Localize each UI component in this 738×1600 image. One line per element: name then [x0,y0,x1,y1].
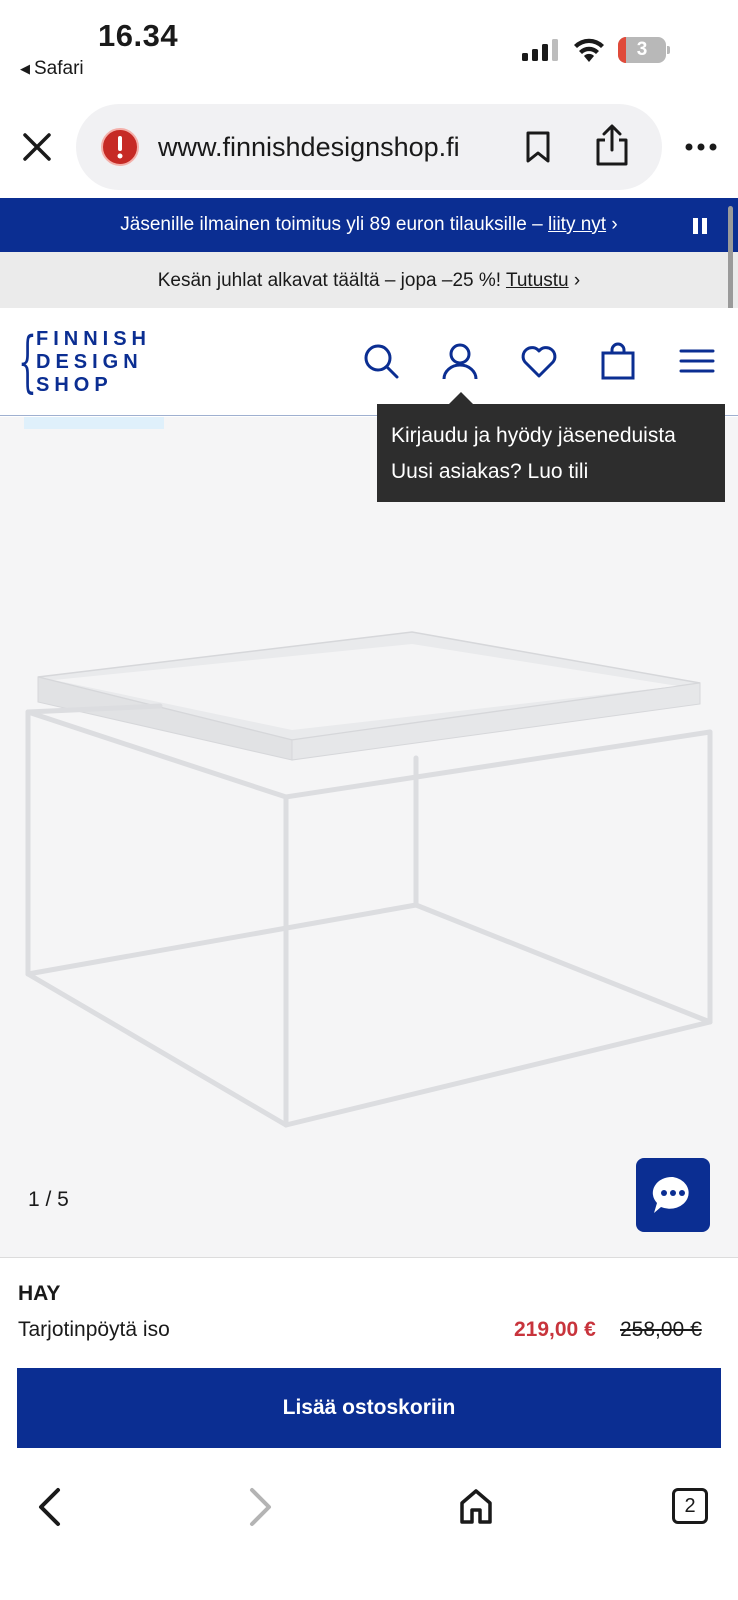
security-warning-icon[interactable] [100,127,140,167]
battery-icon: 3 [618,37,670,63]
more-icon[interactable] [684,142,718,152]
product-badge [24,417,164,429]
login-tooltip-line-1[interactable]: Kirjaudu ja hyödy jäseneduista [391,418,711,454]
battery-level: 3 [636,39,648,60]
create-account-link[interactable]: Uusi asiakas? Luo tili [391,454,711,490]
tab-count: 2 [684,1495,696,1517]
shopping-bag-icon[interactable] [599,342,637,380]
share-icon[interactable] [594,124,630,166]
chat-button[interactable] [636,1158,710,1232]
status-time: 16.34 [98,18,179,53]
login-tooltip: Kirjaudu ja hyödy jäseneduista Uusi asia… [377,404,725,502]
back-to-app[interactable]: ◀ Safari [20,58,84,80]
pause-icon[interactable] [693,218,707,234]
browser-toolbar: www.finnishdesignshop.fi [0,96,738,198]
search-icon[interactable] [362,342,400,380]
sale-promo-banner: Kesän juhlat alkavat täältä – jopa –25 %… [0,252,738,308]
product-image-tray-table[interactable] [0,620,738,1160]
close-icon[interactable] [22,132,52,162]
browser-bottom-bar: 2 [0,1467,738,1600]
cellular-signal-icon [522,39,558,61]
logo-brace-icon: { [18,323,37,400]
user-icon[interactable] [441,342,479,380]
sale-promo-text: Kesän juhlat alkavat täältä – jopa –25 %… [157,270,506,291]
logo-line-2: DESIGN [36,351,143,373]
heart-icon[interactable] [520,342,558,380]
original-price: 258,00 € [620,1318,702,1341]
finnish-design-shop-logo[interactable]: { FINNISH DESIGN SHOP [18,323,146,400]
logo-line-3: SHOP [36,374,113,396]
explore-link[interactable]: Tutustu [506,270,569,291]
address-bar[interactable]: www.finnishdesignshop.fi [76,104,662,190]
join-now-chevron: › [606,214,618,235]
add-to-cart-button[interactable]: Lisää ostoskoriin [17,1368,721,1448]
site-header: { FINNISH DESIGN SHOP [0,308,738,416]
back-icon[interactable] [36,1487,62,1527]
forward-icon[interactable] [248,1487,274,1527]
back-triangle-icon: ◀ [20,61,30,76]
product-brand[interactable]: HAY [18,1282,60,1306]
logo-line-1: FINNISH [36,328,151,350]
chat-icon [652,1176,689,1213]
back-app-label: Safari [34,58,84,79]
home-icon[interactable] [458,1487,494,1525]
sale-price: 219,00 € [514,1318,596,1341]
explore-chevron: › [568,270,581,291]
bookmark-icon[interactable] [524,130,552,164]
wifi-icon [574,38,604,62]
status-bar: 16.34 ◀ Safari 3 [0,0,738,96]
gallery-counter: 1 / 5 [28,1188,69,1211]
page: 16.34 ◀ Safari 3 www.finnishdesignshop.f… [0,0,738,1600]
member-promo-banner: Jäsenille ilmainen toimitus yli 89 euron… [0,198,738,252]
tabs-icon[interactable]: 2 [672,1488,708,1524]
product-name: Tarjotinpöytä iso [18,1318,170,1341]
menu-icon[interactable] [678,342,716,380]
member-promo-text: Jäsenille ilmainen toimitus yli 89 euron… [120,214,549,235]
join-now-link[interactable]: liity nyt [548,214,606,235]
url-text[interactable]: www.finnishdesignshop.fi [158,132,460,163]
